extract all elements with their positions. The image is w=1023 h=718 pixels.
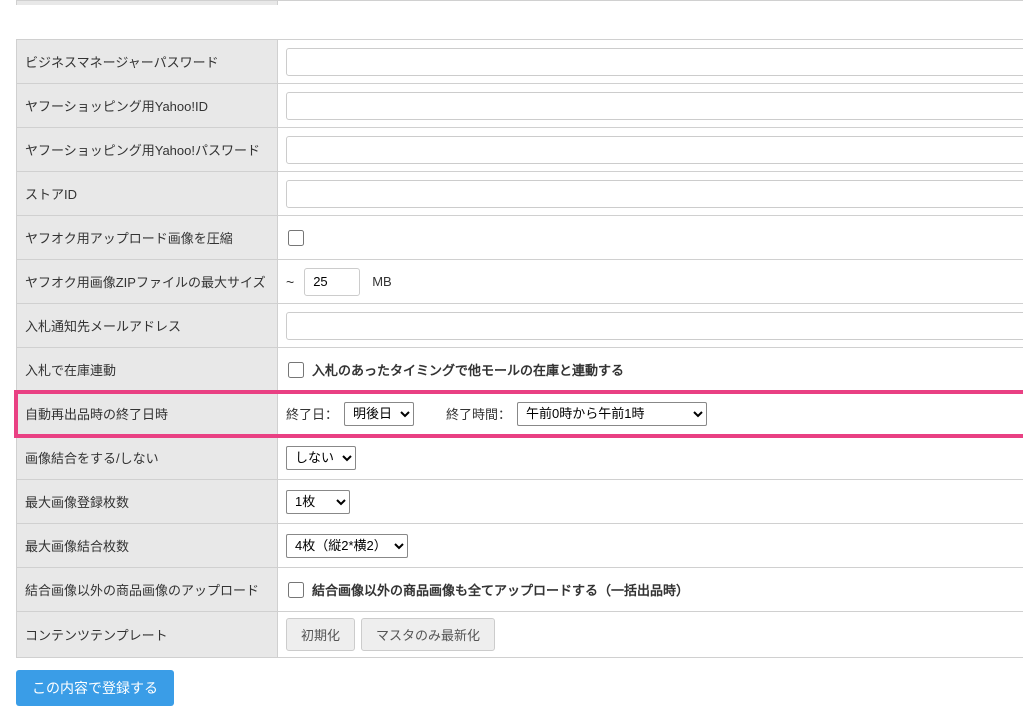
- value-yshop-id: [278, 84, 1023, 127]
- row-top-partial: [16, 0, 1023, 40]
- row-store-id: ストアID: [16, 172, 1023, 216]
- checkbox-upload-non-merge[interactable]: [288, 582, 304, 598]
- row-notify-email: 入札通知先メールアドレス: [16, 304, 1023, 348]
- row-bm-password: ビジネスマネージャーパスワード: [16, 40, 1023, 84]
- checkbox-label-stock-link: 入札のあったタイミングで他モールの在庫と連動する: [312, 360, 624, 379]
- checkbox-stock-link[interactable]: [288, 362, 304, 378]
- input-notify-email[interactable]: [286, 312, 1023, 340]
- label-yshop-password: ヤフーショッピング用Yahoo!パスワード: [16, 128, 278, 171]
- row-zip-max: ヤフオク用画像ZIPファイルの最大サイズ ~ MB: [16, 260, 1023, 304]
- value-stock-link: 入札のあったタイミングで他モールの在庫と連動する: [278, 348, 1023, 391]
- value-notify-email: [278, 304, 1023, 347]
- value-bm-password: [278, 40, 1023, 83]
- label-store-id: ストアID: [16, 172, 278, 215]
- btn-template-init[interactable]: 初期化: [286, 618, 355, 651]
- row-upload-non-merge: 結合画像以外の商品画像のアップロード 結合画像以外の商品画像も全てアップロードす…: [16, 568, 1023, 612]
- value-content-template: 初期化 マスタのみ最新化: [278, 612, 1023, 657]
- value-max-img-count: 1枚: [278, 480, 1023, 523]
- zip-max-prefix: ~: [286, 274, 294, 290]
- value-merge-img: しない: [278, 436, 1023, 479]
- checkbox-compress-img[interactable]: [288, 230, 304, 246]
- value-store-id: [278, 172, 1023, 215]
- end-date-label: 終了日：: [286, 404, 338, 423]
- value-yshop-password: [278, 128, 1023, 171]
- label-compress-img: ヤフオク用アップロード画像を圧縮: [16, 216, 278, 259]
- row-yshop-password: ヤフーショッピング用Yahoo!パスワード: [16, 128, 1023, 172]
- label-relist-end: 自動再出品時の終了日時: [16, 392, 278, 435]
- input-bm-password[interactable]: [286, 48, 1023, 76]
- value-zip-max: ~ MB: [278, 260, 1023, 303]
- select-end-time[interactable]: 午前0時から午前1時: [517, 402, 707, 426]
- row-stock-link: 入札で在庫連動 入札のあったタイミングで他モールの在庫と連動する: [16, 348, 1023, 392]
- label-merge-img: 画像結合をする/しない: [16, 436, 278, 479]
- row-max-merge-count: 最大画像結合枚数 4枚（縦2*横2）: [16, 524, 1023, 568]
- label-zip-max: ヤフオク用画像ZIPファイルの最大サイズ: [16, 260, 278, 303]
- row-yshop-id: ヤフーショッピング用Yahoo!ID: [16, 84, 1023, 128]
- row-compress-img: ヤフオク用アップロード画像を圧縮: [16, 216, 1023, 260]
- label-max-merge-count: 最大画像結合枚数: [16, 524, 278, 567]
- value-compress-img: [278, 216, 1023, 259]
- label-stock-link: 入札で在庫連動: [16, 348, 278, 391]
- value-top-partial: [278, 1, 1023, 5]
- label-notify-email: 入札通知先メールアドレス: [16, 304, 278, 347]
- select-merge-img[interactable]: しない: [286, 446, 356, 470]
- row-max-img-count: 最大画像登録枚数 1枚: [16, 480, 1023, 524]
- label-content-template: コンテンツテンプレート: [16, 612, 278, 657]
- row-content-template: コンテンツテンプレート 初期化 マスタのみ最新化: [16, 612, 1023, 658]
- submit-button[interactable]: この内容で登録する: [16, 670, 174, 706]
- label-bm-password: ビジネスマネージャーパスワード: [16, 40, 278, 83]
- end-time-label: 終了時間：: [446, 404, 511, 423]
- label-yshop-id: ヤフーショッピング用Yahoo!ID: [16, 84, 278, 127]
- value-upload-non-merge: 結合画像以外の商品画像も全てアップロードする（一括出品時）: [278, 568, 1023, 611]
- input-yshop-id[interactable]: [286, 92, 1023, 120]
- input-zip-max[interactable]: [304, 268, 360, 296]
- input-yshop-password[interactable]: [286, 136, 1023, 164]
- label-upload-non-merge: 結合画像以外の商品画像のアップロード: [16, 568, 278, 611]
- label-top-partial: [16, 1, 278, 5]
- value-max-merge-count: 4枚（縦2*横2）: [278, 524, 1023, 567]
- select-max-merge-count[interactable]: 4枚（縦2*横2）: [286, 534, 408, 558]
- checkbox-label-upload-non-merge: 結合画像以外の商品画像も全てアップロードする（一括出品時）: [312, 580, 689, 599]
- label-max-img-count: 最大画像登録枚数: [16, 480, 278, 523]
- submit-row: この内容で登録する: [16, 670, 1007, 706]
- btn-template-master[interactable]: マスタのみ最新化: [361, 618, 495, 651]
- zip-max-suffix: MB: [372, 274, 392, 289]
- select-end-date[interactable]: 明後日: [344, 402, 414, 426]
- select-max-img-count[interactable]: 1枚: [286, 490, 350, 514]
- row-merge-img: 画像結合をする/しない しない: [16, 436, 1023, 480]
- row-relist-end: 自動再出品時の終了日時 終了日： 明後日 終了時間： 午前0時から午前1時: [16, 392, 1023, 436]
- value-relist-end: 終了日： 明後日 終了時間： 午前0時から午前1時: [278, 392, 1023, 435]
- input-store-id[interactable]: [286, 180, 1023, 208]
